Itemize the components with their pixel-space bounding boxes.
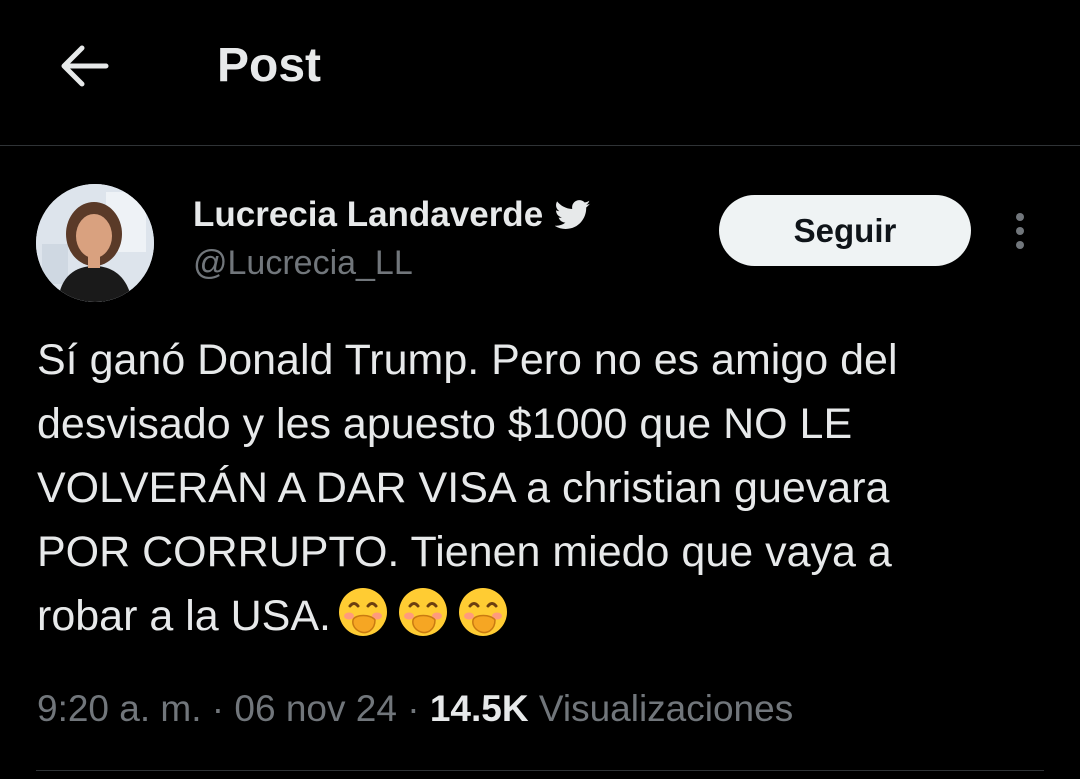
tweet-meta: 9:20 a. m. · 06 nov 24 · 14.5K Visualiza… bbox=[37, 688, 793, 730]
tweet-time[interactable]: 9:20 a. m. bbox=[37, 688, 202, 729]
page-title: Post bbox=[217, 39, 322, 92]
face-with-hand-over-mouth-emoji bbox=[398, 588, 447, 636]
author-name-row: Lucrecia Landaverde bbox=[193, 192, 591, 238]
views-label: Visualizaciones bbox=[538, 688, 794, 729]
avatar[interactable] bbox=[36, 184, 154, 302]
twitter-bird-icon bbox=[555, 200, 591, 230]
meta-separator: · bbox=[396, 688, 430, 729]
tweet-body: Sí ganó Donald Trump. Pero no es amigo d… bbox=[37, 328, 1047, 648]
back-button[interactable] bbox=[52, 36, 116, 96]
more-vertical-icon[interactable] bbox=[1000, 206, 1040, 256]
follow-button[interactable]: Seguir bbox=[719, 195, 971, 266]
tweet-date[interactable]: 06 nov 24 bbox=[234, 688, 397, 729]
profile-photo bbox=[36, 184, 154, 302]
author-handle[interactable]: @Lucrecia_LL bbox=[193, 244, 413, 283]
face-with-hand-over-mouth-emoji bbox=[338, 588, 387, 636]
views-count: 14.5K bbox=[429, 688, 529, 729]
meta-separator: · bbox=[201, 688, 235, 729]
emoji-group bbox=[337, 586, 517, 638]
face-with-hand-over-mouth-emoji bbox=[458, 588, 507, 636]
divider bbox=[36, 770, 1044, 771]
top-bar: Post bbox=[0, 0, 1080, 146]
arrow-left-icon bbox=[61, 45, 109, 87]
author-display-name[interactable]: Lucrecia Landaverde bbox=[193, 195, 543, 235]
